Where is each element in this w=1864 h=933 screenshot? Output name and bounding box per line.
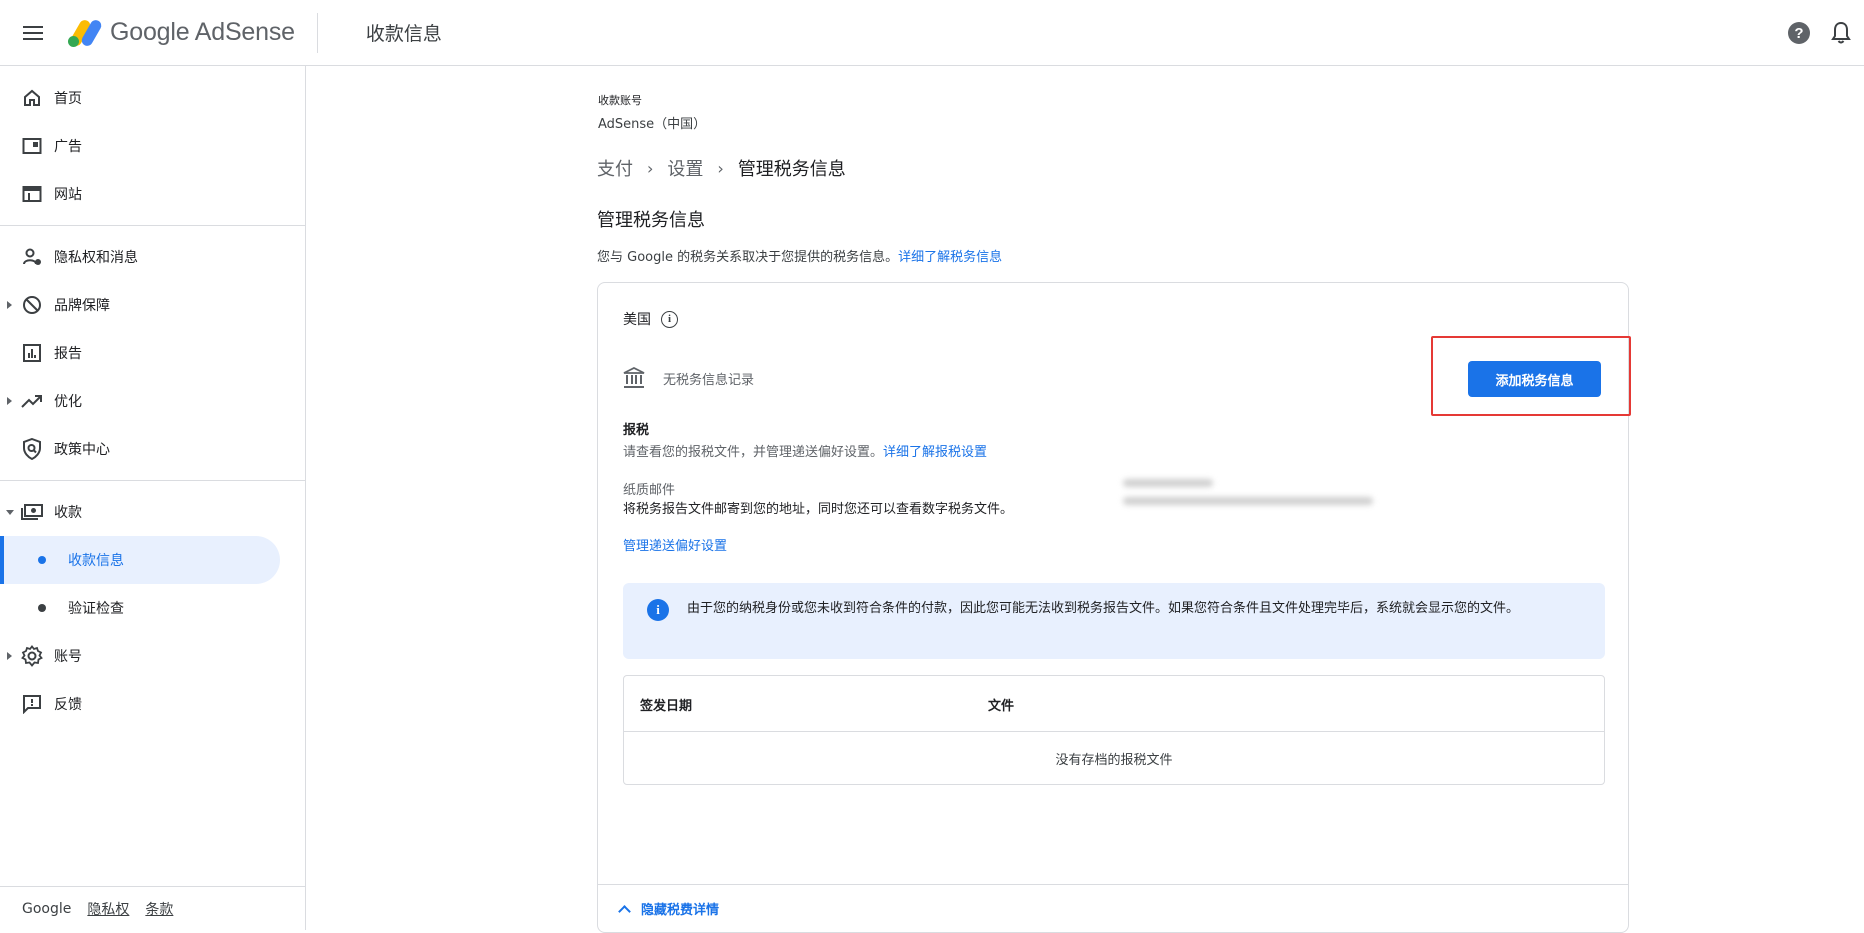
country-label: 美国 — [623, 312, 651, 328]
column-header-file[interactable]: 文件 — [988, 695, 1014, 714]
no-record-text: 无税务信息记录 — [663, 372, 755, 388]
learn-more-tax-settings-link[interactable]: 详细了解报税设置 — [883, 445, 987, 460]
info-icon[interactable]: i — [661, 310, 678, 328]
sidebar-item-label: 广告 — [54, 139, 82, 155]
sidebar-item-label: 报告 — [54, 346, 82, 362]
country-heading: 美国 i — [623, 309, 678, 329]
tax-desc-text: 请查看您的报税文件，并管理递送偏好设置。 — [623, 445, 884, 460]
payments-icon — [20, 500, 44, 524]
sidebar-item-ads[interactable]: 广告 — [0, 122, 305, 170]
sidebar-item-label: 账号 — [54, 649, 82, 665]
breadcrumb-item[interactable]: 设置 — [667, 155, 703, 181]
sidebar-item-label: 隐私权和消息 — [54, 250, 138, 266]
expand-caret-icon[interactable] — [7, 301, 12, 309]
trending-icon — [20, 389, 44, 413]
sidebar-item-sites[interactable]: 网站 — [0, 170, 305, 218]
table-header: 签发日期 文件 — [624, 676, 1604, 732]
menu-icon[interactable] — [0, 0, 66, 66]
sidebar-item-label: 品牌保障 — [54, 298, 110, 314]
ads-icon — [20, 134, 44, 158]
sidebar-item-policy-center[interactable]: 政策中心 — [0, 425, 305, 473]
sidebar-subitem-label: 验证检查 — [68, 601, 124, 617]
tax-heading: 报税 — [623, 423, 650, 438]
terms-link[interactable]: 条款 — [145, 899, 173, 919]
sidebar-item-label: 网站 — [54, 187, 82, 203]
sidebar-item-feedback[interactable]: 反馈 — [0, 680, 305, 728]
column-header-issue-date[interactable]: 签发日期 — [640, 695, 692, 714]
sidebar-item-home[interactable]: 首页 — [0, 74, 305, 122]
main-content: 收款账号 AdSense（中国） 支付 › 设置 › 管理税务信息 管理税务信息… — [306, 66, 1864, 933]
feedback-icon — [20, 692, 44, 716]
sidebar-item-label: 优化 — [54, 394, 82, 410]
home-icon — [20, 86, 44, 110]
sidebar-item-label: 首页 — [54, 91, 82, 107]
highlight-annotation — [1431, 336, 1631, 416]
footer-google: Google — [22, 900, 72, 917]
tax-description: 请查看您的报税文件，并管理递送偏好设置。详细了解报税设置 — [623, 441, 987, 460]
divider — [316, 12, 318, 53]
info-notice: i 由于您的纳税身份或您未收到符合条件的付款，因此您可能无法收到税务报告文件。如… — [623, 583, 1605, 659]
privacy-icon — [20, 245, 44, 269]
top-app-bar: Google AdSense 收款信息 ? — [0, 0, 1864, 66]
divider — [0, 480, 305, 481]
hide-tax-details-label: 隐藏税费详情 — [641, 903, 720, 918]
divider — [0, 225, 305, 226]
sidebar-item-account[interactable]: 账号 — [0, 632, 305, 680]
table-empty-state: 没有存档的报税文件 — [1055, 752, 1173, 768]
block-icon — [20, 293, 44, 317]
brand-name: Google AdSense — [110, 18, 295, 46]
paper-mail-label: 纸质邮件 — [623, 483, 676, 498]
gear-icon — [20, 644, 44, 668]
section-desc-text: 您与 Google 的税务关系取决于您提供的税务信息。 — [597, 250, 899, 265]
sidebar-item-privacy[interactable]: 隐私权和消息 — [0, 233, 305, 281]
section-title: 管理税务信息 — [597, 210, 705, 231]
redacted-address — [1123, 479, 1383, 521]
expand-caret-icon[interactable] — [7, 397, 12, 405]
chevron-right-icon: › — [717, 158, 724, 178]
policy-icon — [20, 437, 44, 461]
info-icon: i — [647, 599, 669, 621]
sidebar-item-optimization[interactable]: 优化 — [0, 377, 305, 425]
help-icon[interactable]: ? — [1788, 22, 1810, 44]
sidebar-item-reports[interactable]: 报告 — [0, 329, 305, 377]
tax-record-status: 无税务信息记录 — [623, 366, 755, 389]
account-value: AdSense（中国） — [598, 117, 707, 132]
page-title: 收款信息 — [365, 23, 442, 45]
brand[interactable]: Google AdSense — [66, 0, 295, 66]
manage-delivery-preferences-link[interactable]: 管理递送偏好设置 — [623, 535, 727, 554]
sidebar-item-label: 反馈 — [54, 697, 82, 713]
sidebar-subitem-label: 收款信息 — [68, 553, 124, 569]
breadcrumb-item[interactable]: 支付 — [597, 155, 633, 181]
chevron-right-icon: › — [647, 158, 654, 178]
sites-icon — [20, 182, 44, 206]
notice-text: 由于您的纳税身份或您未收到符合条件的付款，因此您可能无法收到税务报告文件。如果您… — [687, 601, 1520, 616]
sidebar-item-label: 收款 — [54, 505, 82, 521]
bank-icon — [623, 366, 645, 389]
sidebar-item-label: 政策中心 — [54, 442, 110, 458]
breadcrumb-current: 管理税务信息 — [737, 159, 846, 180]
chevron-up-icon — [618, 904, 631, 918]
section-description: 您与 Google 的税务关系取决于您提供的税务信息。详细了解税务信息 — [597, 246, 1002, 265]
adsense-logo-icon — [66, 17, 104, 48]
paper-mail-description: 将税务报告文件邮寄到您的地址，同时您还可以查看数字税务文件。 — [623, 502, 1014, 517]
sidebar-subitem-payment-info[interactable]: 收款信息 — [0, 536, 280, 584]
learn-more-tax-link[interactable]: 详细了解税务信息 — [898, 250, 1002, 265]
tax-documents-table: 签发日期 文件 没有存档的报税文件 — [623, 675, 1605, 785]
notifications-icon[interactable] — [1830, 21, 1852, 45]
sidebar-subitem-verification[interactable]: 验证检查 — [0, 584, 305, 632]
privacy-link[interactable]: 隐私权 — [87, 899, 129, 919]
sidebar: 首页 广告 网站 隐私权和消息 品牌保障 报告 优化 政策中心 收款 收款信息 … — [0, 66, 306, 930]
account-label: 收款账号 — [598, 94, 642, 107]
bullet-icon — [38, 556, 46, 564]
sidebar-footer: Google 隐私权 条款 — [0, 886, 305, 930]
sidebar-item-payments[interactable]: 收款 — [0, 488, 305, 536]
hide-tax-details-toggle[interactable]: 隐藏税费详情 — [598, 884, 1628, 932]
sidebar-item-brand-safety[interactable]: 品牌保障 — [0, 281, 305, 329]
collapse-caret-icon[interactable] — [6, 510, 14, 515]
reports-icon — [20, 341, 44, 365]
breadcrumb: 支付 › 设置 › 管理税务信息 — [597, 155, 846, 181]
expand-caret-icon[interactable] — [7, 652, 12, 660]
bullet-icon — [38, 604, 46, 612]
